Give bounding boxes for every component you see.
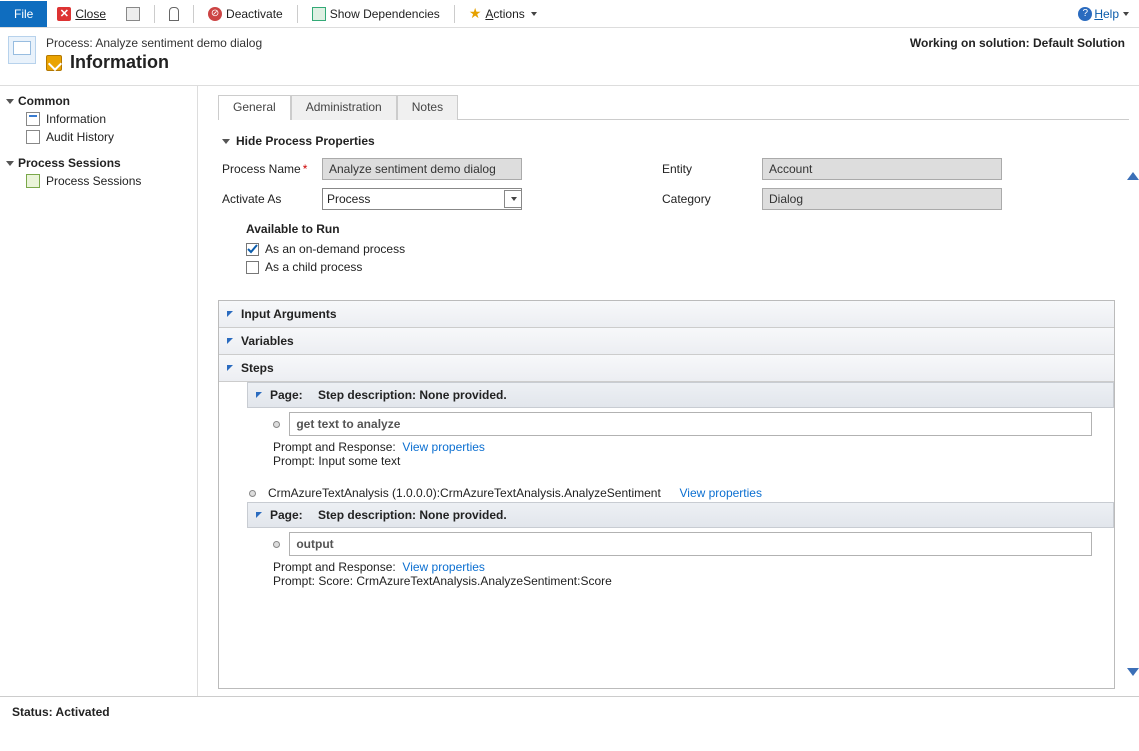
expand-icon [227, 311, 233, 317]
page-step-2[interactable]: Page: Step description: None provided. [247, 502, 1114, 528]
process-icon [8, 36, 36, 64]
scrollbar[interactable] [1125, 92, 1139, 696]
expand-icon [227, 338, 233, 344]
sidebar-item-information[interactable]: Information [6, 110, 191, 128]
scroll-down-icon[interactable] [1126, 676, 1138, 688]
input-arguments-section[interactable]: Input Arguments [219, 301, 1114, 328]
file-menu[interactable]: File [0, 1, 47, 27]
attach-icon [169, 7, 179, 21]
help-menu[interactable]: ? Help [1068, 3, 1139, 25]
dropdown-icon [531, 12, 537, 16]
view-properties-link[interactable]: View properties [402, 440, 485, 454]
process-name-field [322, 158, 522, 180]
info-icon [46, 55, 62, 71]
deactivate-button[interactable]: ⊘ Deactivate [198, 3, 293, 25]
action-step[interactable]: CrmAzureTextAnalysis (1.0.0.0):CrmAzureT… [219, 480, 1114, 502]
deps-icon [312, 7, 326, 21]
entity-label: Entity [662, 162, 762, 176]
tab-general[interactable]: General [218, 95, 291, 120]
steps-section[interactable]: Steps [219, 355, 1114, 382]
dropdown-icon [1123, 12, 1129, 16]
content: General Administration Notes Hide Proces… [198, 86, 1139, 696]
on-demand-checkbox[interactable]: As an on-demand process [246, 242, 522, 256]
breadcrumb: Process: Analyze sentiment demo dialog [46, 36, 262, 50]
help-label: Help [1094, 7, 1119, 21]
actions-label: Actions [485, 7, 524, 21]
entity-field [762, 158, 1002, 180]
bullet-icon [273, 421, 280, 428]
scroll-up-icon[interactable] [1126, 130, 1138, 142]
steps-grid: Input Arguments Variables Steps Page: St… [218, 300, 1115, 689]
hide-properties-toggle[interactable]: Hide Process Properties [222, 134, 1129, 148]
show-deps-label: Show Dependencies [330, 7, 440, 21]
sidebar-item-audit[interactable]: Audit History [6, 128, 191, 146]
sidebar: Common Information Audit History Process… [0, 86, 198, 696]
step-title-2 [289, 532, 1092, 556]
activate-as-select[interactable]: Process [322, 188, 522, 210]
deactivate-label: Deactivate [226, 7, 283, 21]
process-name-label: Process Name* [222, 162, 322, 176]
print-button[interactable] [116, 3, 150, 25]
expand-icon [256, 512, 262, 518]
actions-menu[interactable]: ★ Actions [459, 1, 547, 26]
category-label: Category [662, 192, 762, 206]
close-label: Close [75, 7, 106, 21]
collapse-icon [6, 161, 14, 166]
expand-icon [227, 365, 233, 371]
close-icon: ✕ [57, 7, 71, 21]
attach-button[interactable] [159, 3, 189, 25]
status-bar: Status: Activated [0, 696, 1139, 727]
expand-icon [256, 392, 262, 398]
child-process-checkbox[interactable]: As a child process [246, 260, 522, 274]
tab-notes[interactable]: Notes [397, 95, 458, 120]
bullet-icon [249, 490, 256, 497]
doc-icon [26, 112, 40, 126]
view-properties-link[interactable]: View properties [402, 560, 485, 574]
page-step-1[interactable]: Page: Step description: None provided. [247, 382, 1114, 408]
print-icon [126, 7, 140, 21]
close-button[interactable]: ✕ Close [47, 3, 116, 25]
chevron-down-icon [511, 197, 517, 201]
main: Common Information Audit History Process… [0, 86, 1139, 696]
show-deps-button[interactable]: Show Dependencies [302, 3, 450, 25]
sidebar-item-sessions[interactable]: Process Sessions [6, 172, 191, 190]
deactivate-icon: ⊘ [208, 7, 222, 21]
bullet-icon [273, 541, 280, 548]
audit-icon [26, 130, 40, 144]
page-header: Process: Analyze sentiment demo dialog I… [0, 28, 1139, 86]
variables-section[interactable]: Variables [219, 328, 1114, 355]
toggle-icon [222, 139, 230, 144]
available-to-run-label: Available to Run [246, 222, 522, 236]
sessions-icon [26, 174, 40, 188]
toolbar: File ✕ Close ⊘ Deactivate Show Dependenc… [0, 0, 1139, 28]
collapse-icon [6, 99, 14, 104]
sidebar-group-common[interactable]: Common [6, 94, 191, 108]
activate-as-label: Activate As [222, 192, 322, 206]
view-properties-link[interactable]: View properties [679, 486, 762, 500]
page-title: Information [70, 52, 169, 73]
step-title-1 [289, 412, 1092, 436]
help-icon: ? [1078, 7, 1092, 21]
sidebar-group-sessions[interactable]: Process Sessions [6, 156, 191, 170]
tabs: General Administration Notes [218, 94, 1129, 120]
category-field [762, 188, 1002, 210]
solution-label: Working on solution: Default Solution [910, 36, 1125, 50]
star-icon: ★ [469, 5, 482, 22]
tab-administration[interactable]: Administration [291, 95, 397, 120]
